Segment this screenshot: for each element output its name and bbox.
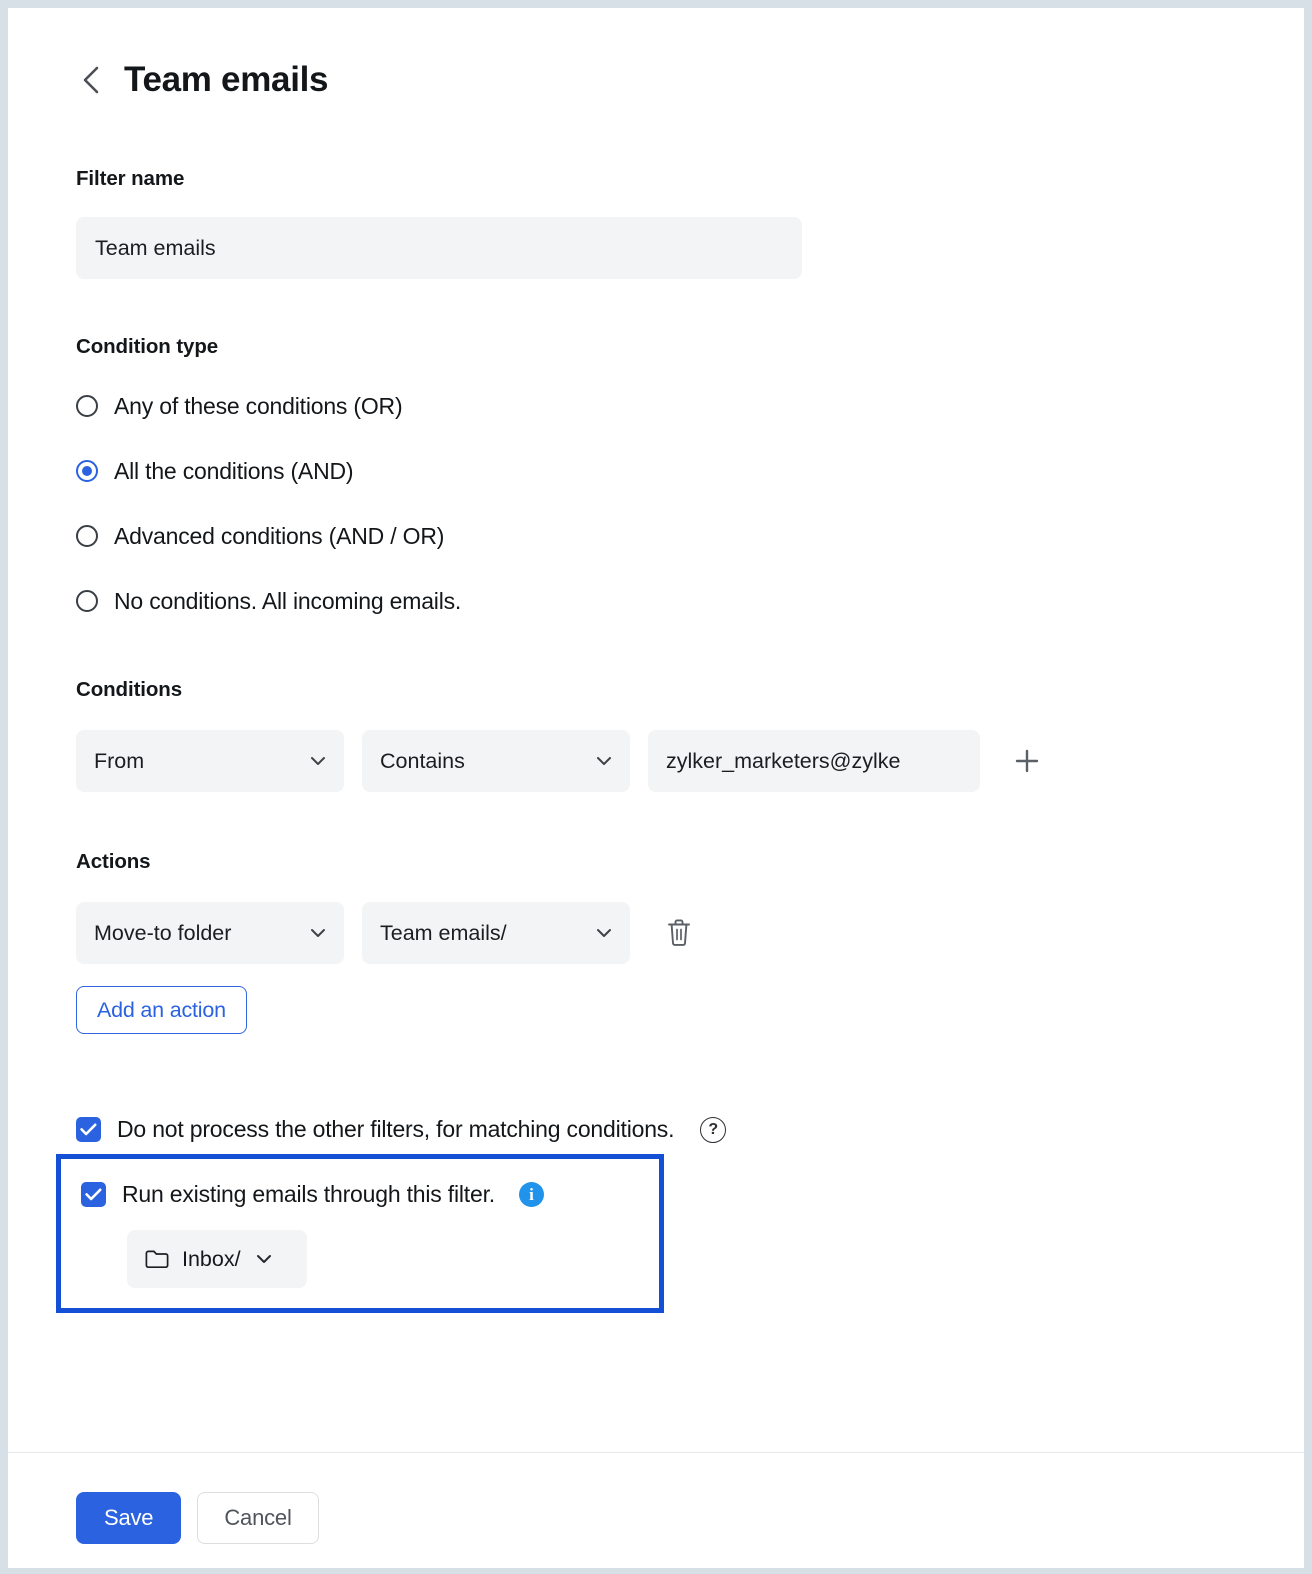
action-type-select[interactable]: Move-to folder [76,902,344,964]
page-title: Team emails [124,60,328,100]
filter-name-input[interactable] [76,217,802,279]
do-not-process-label: Do not process the other filters, for ma… [117,1116,674,1143]
condition-type-label: Condition type [76,335,1236,359]
action-type-value: Move-to folder [94,921,231,946]
condition-operator-value: Contains [380,749,465,774]
chevron-down-icon [256,1254,272,1264]
conditions-section: Conditions From Contains [76,678,1236,792]
condition-value-input[interactable]: zylker_marketers@zylke [648,730,980,792]
add-an-action-button[interactable]: Add an action [76,986,247,1034]
run-existing-emails-label: Run existing emails through this filter. [122,1181,495,1208]
question-mark-icon[interactable]: ? [700,1117,726,1143]
condition-field-select[interactable]: From [76,730,344,792]
info-icon[interactable]: i [519,1182,544,1207]
radio-all-the-conditions[interactable]: All the conditions (AND) [76,450,353,492]
radio-label: Any of these conditions (OR) [114,393,402,420]
radio-no-conditions[interactable]: No conditions. All incoming emails. [76,580,461,622]
radio-circle-selected-icon [76,460,98,482]
filter-editor-page: Team emails Filter name Condition type A… [0,0,1312,1574]
radio-any-of-these-conditions[interactable]: Any of these conditions (OR) [76,385,402,427]
folder-icon [145,1249,169,1269]
actions-label: Actions [76,850,1236,874]
footer-divider [8,1452,1304,1453]
options-section: Do not process the other filters, for ma… [76,1116,1236,1313]
radio-circle-icon [76,525,98,547]
chevron-down-icon [310,928,326,938]
checkbox-checked-icon[interactable] [81,1182,106,1207]
footer-actions: Save Cancel [76,1492,319,1544]
radio-circle-icon [76,395,98,417]
do-not-process-other-filters-checkbox-row[interactable]: Do not process the other filters, for ma… [76,1116,726,1143]
folder-value: Inbox/ [182,1247,241,1272]
save-button[interactable]: Save [76,1492,181,1544]
trash-icon[interactable] [662,915,696,951]
checkbox-checked-icon[interactable] [76,1117,101,1142]
radio-advanced-conditions[interactable]: Advanced conditions (AND / OR) [76,515,444,557]
run-existing-emails-checkbox-row[interactable]: Run existing emails through this filter.… [81,1181,544,1208]
radio-label: All the conditions (AND) [114,458,353,485]
radio-label: No conditions. All incoming emails. [114,588,461,615]
conditions-label: Conditions [76,678,1236,702]
chevron-down-icon [596,928,612,938]
chevron-down-icon [310,756,326,766]
form-content: Filter name Condition type Any of these … [8,167,1304,1313]
filter-name-label: Filter name [76,167,1236,191]
action-target-value: Team emails/ [380,921,507,946]
action-row: Move-to folder Team emails/ [76,902,1236,964]
radio-label: Advanced conditions (AND / OR) [114,523,444,550]
condition-type-section: Condition type Any of these conditions (… [76,335,1236,622]
existing-emails-folder-select[interactable]: Inbox/ [127,1230,307,1288]
action-target-select[interactable]: Team emails/ [362,902,630,964]
condition-row: From Contains [76,730,1236,792]
radio-circle-icon [76,590,98,612]
condition-operator-select[interactable]: Contains [362,730,630,792]
filter-name-section: Filter name [76,167,1236,279]
cancel-button[interactable]: Cancel [197,1492,318,1544]
condition-type-radio-group: Any of these conditions (OR) All the con… [76,385,1236,622]
plus-icon[interactable] [1010,744,1044,778]
condition-value-text: zylker_marketers@zylke [666,749,900,774]
condition-field-value: From [94,749,144,774]
chevron-down-icon [596,756,612,766]
run-existing-emails-highlight-box: Run existing emails through this filter.… [56,1154,664,1313]
actions-section: Actions Move-to folder Team emails/ [76,850,1236,1034]
chevron-left-icon[interactable] [76,65,106,95]
page-header: Team emails [8,8,1304,100]
filter-editor-card: Team emails Filter name Condition type A… [8,8,1304,1568]
